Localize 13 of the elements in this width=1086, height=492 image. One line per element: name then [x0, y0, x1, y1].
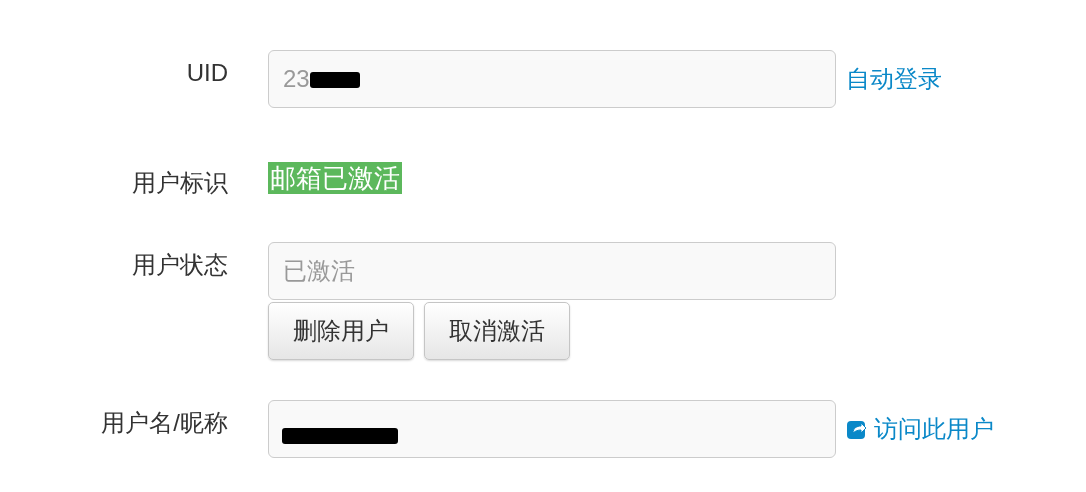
share-icon [846, 418, 868, 440]
text-field[interactable] [268, 400, 836, 458]
text-field[interactable]: 23 [268, 50, 836, 108]
status-badge: 邮箱已激活 [268, 162, 402, 194]
field-label: 用户状态 [132, 250, 228, 280]
link[interactable]: 访问此用户 [846, 411, 994, 447]
action-button[interactable]: 删除用户 [268, 302, 414, 360]
field-label: 用户标识 [132, 168, 228, 198]
field-label: 用户名/昵称 [101, 408, 228, 438]
text-field[interactable]: 已激活 [268, 242, 836, 300]
action-button[interactable]: 取消激活 [424, 302, 570, 360]
field-label: UID [186, 58, 228, 88]
link[interactable]: 自动登录 [846, 61, 942, 97]
